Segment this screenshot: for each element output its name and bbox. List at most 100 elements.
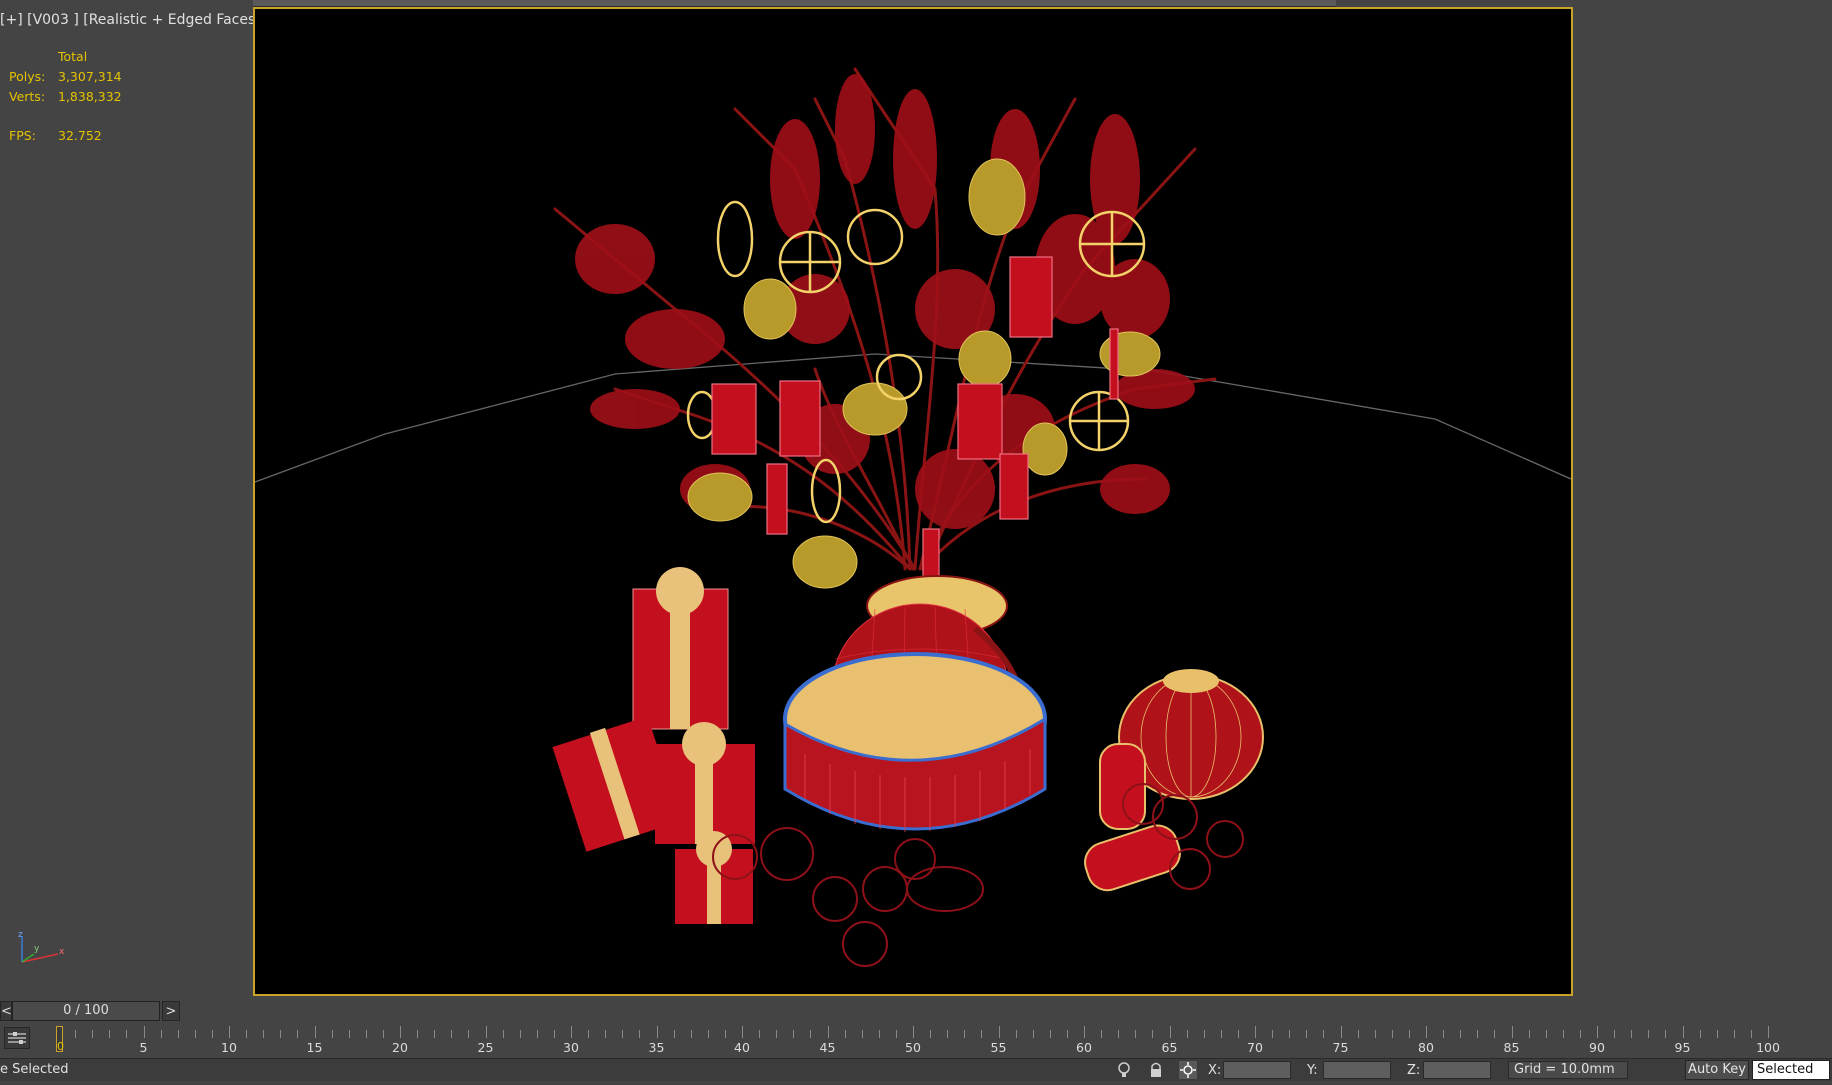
ruler-tick bbox=[297, 1030, 299, 1038]
auto-key-button[interactable]: Auto Key bbox=[1685, 1060, 1749, 1080]
ruler-tick bbox=[776, 1030, 778, 1038]
ruler-tick bbox=[1511, 1026, 1513, 1038]
ruler-tick bbox=[1716, 1030, 1718, 1038]
axis-z-label: z bbox=[18, 930, 23, 940]
ruler-tick bbox=[451, 1030, 453, 1038]
ruler-number: 40 bbox=[734, 1040, 750, 1055]
ruler-number: 10 bbox=[221, 1040, 237, 1055]
time-prev-button[interactable]: < bbox=[0, 1001, 12, 1021]
grid-size-display: Grid = 10.0mm bbox=[1508, 1061, 1628, 1079]
ruler-tick bbox=[519, 1030, 521, 1038]
ruler-tick bbox=[1562, 1030, 1564, 1038]
coord-z-label: Z: bbox=[1407, 1063, 1421, 1078]
ruler-tick bbox=[1408, 1030, 1410, 1038]
selection-status: e Selected bbox=[0, 1062, 69, 1077]
perspective-viewport[interactable] bbox=[253, 7, 1573, 996]
ruler-tick bbox=[1391, 1030, 1393, 1038]
ruler-tick bbox=[707, 1030, 709, 1038]
coord-z-field[interactable] bbox=[1423, 1061, 1491, 1079]
ruler-tick bbox=[1255, 1026, 1256, 1038]
selection-icon[interactable] bbox=[1179, 1061, 1197, 1079]
ruler-tick bbox=[1733, 1030, 1735, 1038]
stats-verts-label: Verts: bbox=[9, 89, 46, 104]
ruler-tick bbox=[1579, 1030, 1581, 1038]
ruler-tick bbox=[1272, 1030, 1274, 1038]
ruler-tick bbox=[1631, 1030, 1633, 1038]
ruler-number: 90 bbox=[1589, 1040, 1605, 1055]
ruler-tick bbox=[92, 1030, 94, 1038]
ruler-tick bbox=[400, 1026, 401, 1038]
ruler-tick bbox=[126, 1030, 128, 1038]
ruler-tick bbox=[502, 1030, 504, 1038]
ruler-tick bbox=[1443, 1030, 1445, 1038]
ruler-number: 75 bbox=[1332, 1040, 1349, 1055]
ruler-tick bbox=[1665, 1030, 1667, 1038]
ruler-tick bbox=[1015, 1030, 1017, 1038]
track-bar-ruler[interactable]: 5 10 15 20 25 30 35 40 45 50 55 60 65 70 75 80 85 90 95 100 bbox=[58, 1024, 1832, 1056]
coord-y-field[interactable] bbox=[1323, 1061, 1391, 1079]
key-filter-dropdown[interactable]: Selected bbox=[1752, 1060, 1830, 1080]
mini-curve-icon[interactable] bbox=[4, 1027, 30, 1049]
ruler-tick bbox=[588, 1030, 590, 1038]
ruler-tick bbox=[280, 1030, 282, 1038]
ruler-tick bbox=[1152, 1030, 1154, 1038]
ruler-tick bbox=[1066, 1030, 1068, 1038]
ruler-tick bbox=[1237, 1030, 1239, 1038]
ruler-tick bbox=[1374, 1030, 1376, 1038]
ruler-tick bbox=[724, 1030, 726, 1038]
stats-total-label: Total bbox=[58, 49, 88, 64]
viewport-label[interactable]: [+] [V003 ] [Realistic + Edged Faces ] bbox=[0, 12, 265, 28]
ruler-tick bbox=[895, 1030, 897, 1038]
lock-icon[interactable] bbox=[1147, 1061, 1165, 1079]
ruler-tick bbox=[434, 1030, 436, 1038]
ruler-tick bbox=[365, 1030, 367, 1038]
ruler-tick bbox=[639, 1030, 641, 1038]
stats-fps-label: FPS: bbox=[9, 128, 36, 143]
ruler-tick bbox=[878, 1030, 880, 1038]
coord-y-label: Y: bbox=[1307, 1063, 1318, 1078]
scene-render bbox=[255, 67, 1571, 967]
ruler-tick bbox=[1323, 1030, 1325, 1038]
time-slider[interactable]: 0 / 100 bbox=[12, 1001, 160, 1021]
ruler-number: 45 bbox=[819, 1040, 836, 1055]
ruler-tick bbox=[1477, 1030, 1479, 1038]
ruler-tick bbox=[1203, 1030, 1205, 1038]
ruler-tick bbox=[861, 1030, 863, 1038]
ruler-tick bbox=[1614, 1030, 1616, 1038]
ruler-tick bbox=[1032, 1030, 1034, 1038]
playhead-frame-number: 0 bbox=[57, 1040, 64, 1053]
ruler-tick bbox=[1049, 1030, 1051, 1038]
coord-x-label: X: bbox=[1208, 1063, 1222, 1078]
ruler-tick bbox=[1186, 1030, 1188, 1038]
ruler-tick bbox=[1101, 1030, 1103, 1038]
ruler-tick bbox=[1084, 1026, 1085, 1038]
ruler-tick bbox=[844, 1030, 846, 1038]
ruler-tick bbox=[229, 1026, 230, 1038]
ruler-tick bbox=[331, 1030, 333, 1038]
ruler-tick bbox=[810, 1030, 812, 1038]
ruler-tick bbox=[742, 1026, 743, 1038]
gift-boxes bbox=[552, 567, 755, 924]
ruler-number: 35 bbox=[648, 1040, 665, 1055]
ruler-tick bbox=[571, 1026, 572, 1038]
time-next-button[interactable]: > bbox=[162, 1001, 180, 1021]
axis-gizmo-icon: z x y bbox=[18, 930, 64, 963]
ruler-tick bbox=[1750, 1030, 1752, 1038]
ruler-number: 70 bbox=[1247, 1040, 1263, 1055]
ruler-tick bbox=[1357, 1030, 1359, 1038]
ruler-tick bbox=[314, 1026, 316, 1038]
lightbulb-icon[interactable] bbox=[1115, 1061, 1133, 1079]
ruler-tick bbox=[827, 1026, 829, 1038]
ruler-tick bbox=[673, 1030, 675, 1038]
ruler-tick bbox=[160, 1030, 162, 1038]
axis-x-label: x bbox=[59, 947, 64, 957]
coord-x-field[interactable] bbox=[1223, 1061, 1291, 1079]
ruler-tick bbox=[656, 1026, 658, 1038]
ruler-tick bbox=[998, 1026, 1000, 1038]
stats-polys-value: 3,307,314 bbox=[58, 69, 122, 84]
ruler-tick bbox=[177, 1030, 179, 1038]
ruler-tick bbox=[1545, 1030, 1547, 1038]
ruler-tick bbox=[1528, 1030, 1530, 1038]
ruler-tick bbox=[964, 1030, 966, 1038]
ruler-tick bbox=[622, 1030, 624, 1038]
